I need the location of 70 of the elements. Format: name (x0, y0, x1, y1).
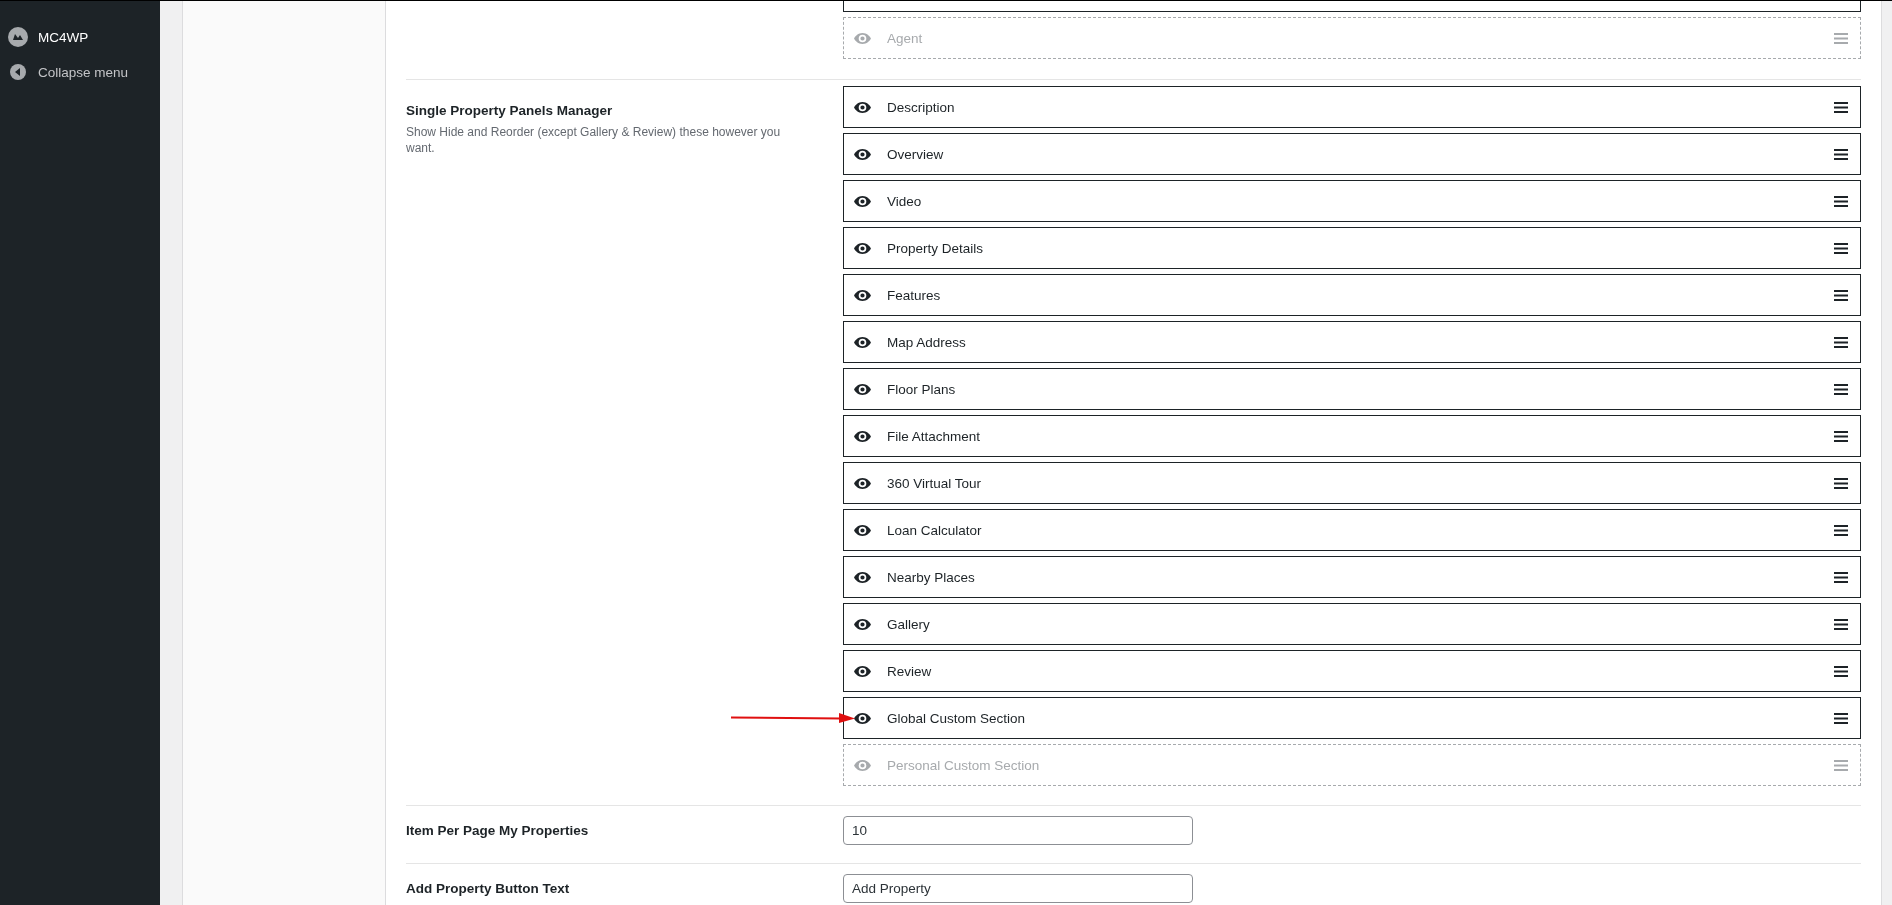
drag-handle-icon[interactable] (1834, 242, 1848, 254)
panel-label: Loan Calculator (887, 522, 983, 538)
sidebar-item[interactable]: MC4WP (0, 26, 160, 48)
drag-handle-icon[interactable] (1834, 101, 1848, 113)
panel-label: File Attachment (887, 428, 982, 444)
panel-row[interactable]: Global Custom Section (843, 697, 1861, 739)
eye-icon[interactable] (854, 430, 871, 442)
panel-label: Review (887, 663, 933, 679)
eye-icon[interactable] (854, 148, 871, 160)
drag-handle-icon[interactable] (1834, 336, 1848, 348)
eye-icon[interactable] (854, 618, 871, 630)
panel-label: Gallery (887, 616, 931, 632)
drag-handle-icon[interactable] (1834, 618, 1848, 630)
input-field[interactable]: Add Property (843, 874, 1193, 903)
panel-label: Agent (887, 30, 924, 46)
eye-icon[interactable] (854, 336, 871, 348)
panel-row[interactable]: Floor Plans (843, 368, 1861, 410)
drag-handle-icon[interactable] (1834, 712, 1848, 724)
drag-handle-icon[interactable] (1834, 430, 1848, 442)
drag-handle-icon[interactable] (1834, 759, 1848, 771)
setting-title: Item Per Page My Properties (406, 823, 590, 838)
panel-row[interactable]: Map Address (843, 321, 1861, 363)
panel-row[interactable]: Features (843, 274, 1861, 316)
eye-icon[interactable] (854, 712, 871, 724)
panel-label: Description (887, 99, 956, 115)
drag-handle-icon[interactable] (1834, 32, 1848, 44)
panel-label: Global Custom Section (887, 710, 1027, 726)
logo-icon (8, 27, 28, 47)
drag-handle-icon[interactable] (1834, 665, 1848, 677)
eye-icon[interactable] (854, 101, 871, 113)
collapse-icon (8, 62, 28, 82)
panel-label: Nearby Places (887, 569, 976, 585)
panel-row[interactable]: File Attachment (843, 415, 1861, 457)
panel-label: 360 Virtual Tour (887, 475, 983, 491)
eye-icon[interactable] (854, 524, 871, 536)
setting-title: Add Property Button Text (406, 881, 571, 896)
eye-icon[interactable] (854, 571, 871, 583)
panel-row[interactable]: Gallery (843, 603, 1861, 645)
eye-icon[interactable] (854, 477, 871, 489)
eye-icon[interactable] (854, 242, 871, 254)
panel-row[interactable]: 360 Virtual Tour (843, 462, 1861, 504)
panel-row[interactable]: Loan Calculator (843, 509, 1861, 551)
panel-label: Personal Custom Section (887, 757, 1041, 773)
eye-icon[interactable] (854, 665, 871, 677)
input-field[interactable]: 10 (843, 816, 1193, 845)
drag-handle-icon[interactable] (1834, 477, 1848, 489)
drag-handle-icon[interactable] (1834, 571, 1848, 583)
panel-row[interactable]: Property Details (843, 227, 1861, 269)
eye-icon[interactable] (854, 195, 871, 207)
panel-label: Property Details (887, 240, 985, 256)
panel-label: Map Address (887, 334, 967, 350)
eye-icon[interactable] (854, 289, 871, 301)
drag-handle-icon[interactable] (1834, 524, 1848, 536)
panel-row[interactable]: Description (843, 86, 1861, 128)
panel-label: Overview (887, 146, 945, 162)
panel-label: Floor Plans (887, 381, 957, 397)
panel-row[interactable]: Review (843, 650, 1861, 692)
drag-handle-icon[interactable] (1834, 383, 1848, 395)
sidebar-item[interactable]: Collapse menu (0, 61, 160, 83)
drag-handle-icon[interactable] (1834, 289, 1848, 301)
panel-row[interactable]: Overview (843, 133, 1861, 175)
drag-handle-icon[interactable] (1834, 195, 1848, 207)
eye-icon[interactable] (854, 383, 871, 395)
drag-handle-icon[interactable] (1834, 148, 1848, 160)
setting-title: Single Property Panels Manager (406, 103, 614, 118)
panel-label: Features (887, 287, 942, 303)
setting-description: Show Hide and Reorder (except Gallery & Review) these however you want. (406, 124, 782, 157)
panel-row[interactable]: Video (843, 180, 1861, 222)
panel-label: Video (887, 193, 923, 209)
panel-row[interactable]: Nearby Places (843, 556, 1861, 598)
